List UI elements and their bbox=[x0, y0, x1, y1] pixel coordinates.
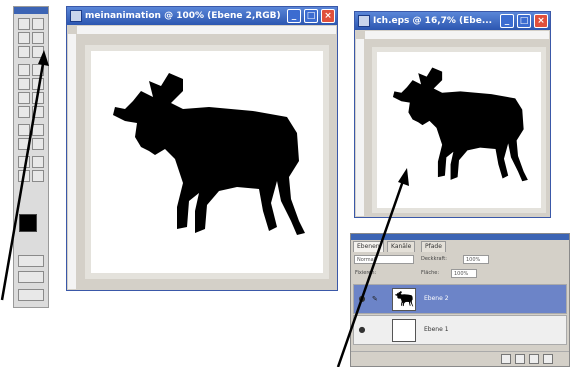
arrowhead-icon bbox=[38, 50, 49, 66]
arrow-to-preview bbox=[336, 177, 406, 367]
arrow-to-toolbox bbox=[0, 57, 46, 301]
annotation-arrows bbox=[0, 50, 409, 367]
arrowhead-icon bbox=[398, 168, 409, 186]
